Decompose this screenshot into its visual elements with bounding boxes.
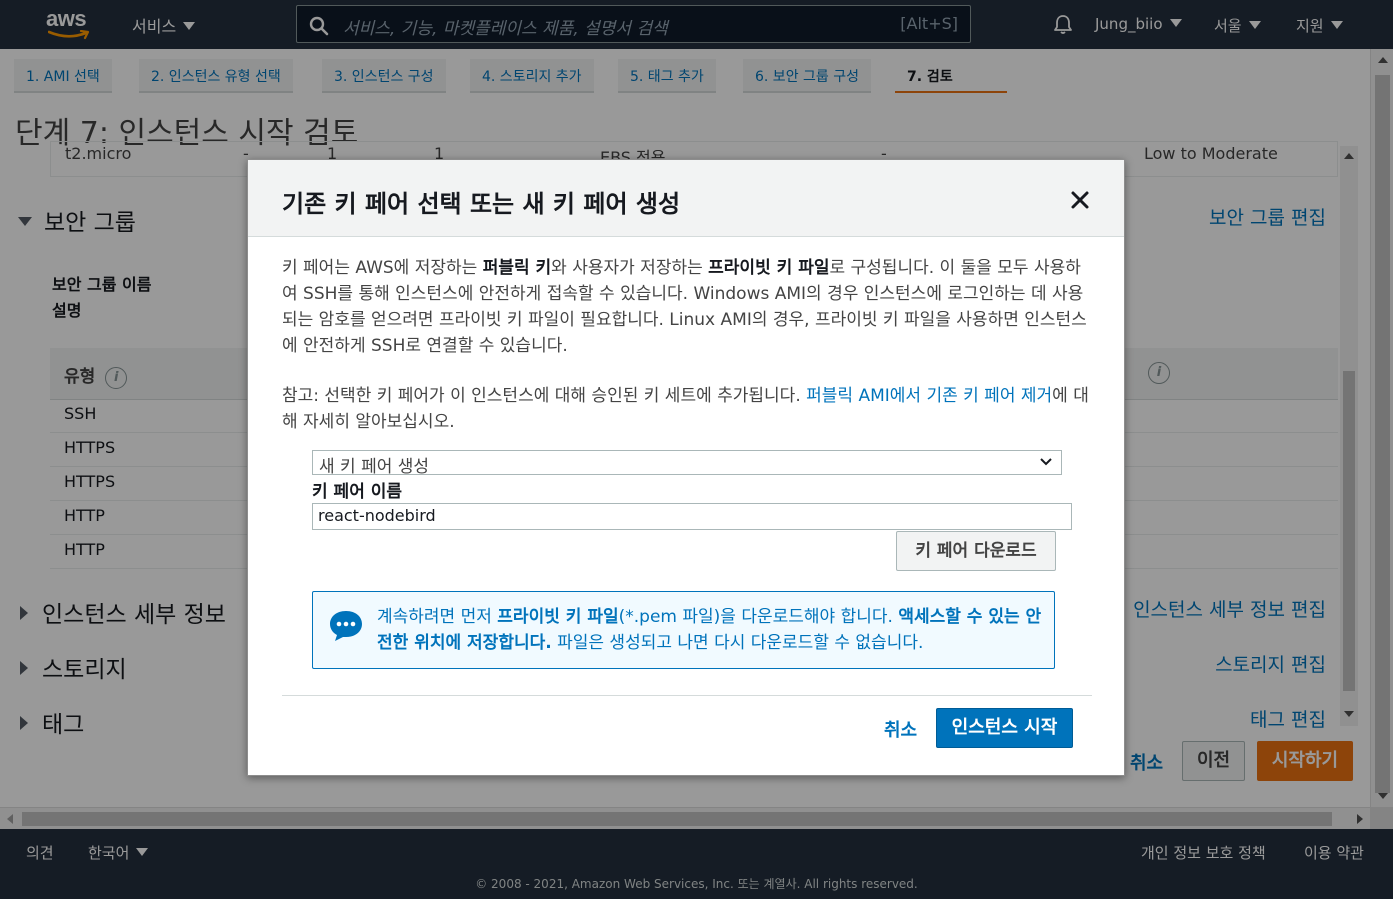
key-pair-name-label: 키 페어 이름 [312, 482, 403, 502]
notice-text: 계속하려면 먼저 프라이빗 키 파일(*.pem 파일)을 다운로드해야 합니다… [377, 607, 1042, 653]
download-key-pair-button[interactable]: 키 페어 다운로드 [896, 531, 1056, 571]
note-text: 참고: 선택한 키 페어가 이 인스턴스에 대해 승인된 키 세트에 추가됩니다… [282, 386, 1089, 432]
intro-text: 키 페어는 AWS에 저장하는 퍼블릭 키와 사용자가 저장하는 프라이빗 키 … [282, 258, 1087, 356]
chevron-down-icon [1040, 458, 1052, 466]
key-pair-select-value: 새 키 페어 생성 [319, 457, 430, 477]
info-notice: 계속하려면 먼저 프라이빗 키 파일(*.pem 파일)을 다운로드해야 합니다… [312, 591, 1055, 669]
key-pair-select[interactable]: 새 키 페어 생성 [312, 450, 1062, 477]
dialog-header: 기존 키 페어 선택 또는 새 키 페어 생성 [248, 160, 1124, 237]
dialog-title: 기존 키 페어 선택 또는 새 키 페어 생성 [282, 190, 681, 218]
dialog-body: 키 페어는 AWS에 저장하는 퍼블릭 키와 사용자가 저장하는 프라이빗 키 … [282, 255, 1090, 432]
dialog-cancel-button[interactable]: 취소 [884, 716, 917, 742]
close-icon[interactable] [1066, 186, 1094, 214]
key-pair-name-input[interactable]: react-nodebird [312, 503, 1072, 530]
learn-more-link[interactable]: 퍼블릭 AMI에서 기존 키 페어 제거 [806, 386, 1052, 406]
launch-instance-button[interactable]: 인스턴스 시작 [936, 708, 1073, 748]
dialog-divider [282, 695, 1092, 696]
chat-bubble-icon [330, 611, 362, 641]
key-pair-dialog: 기존 키 페어 선택 또는 새 키 페어 생성 키 페어는 AWS에 저장하는 … [247, 159, 1125, 776]
